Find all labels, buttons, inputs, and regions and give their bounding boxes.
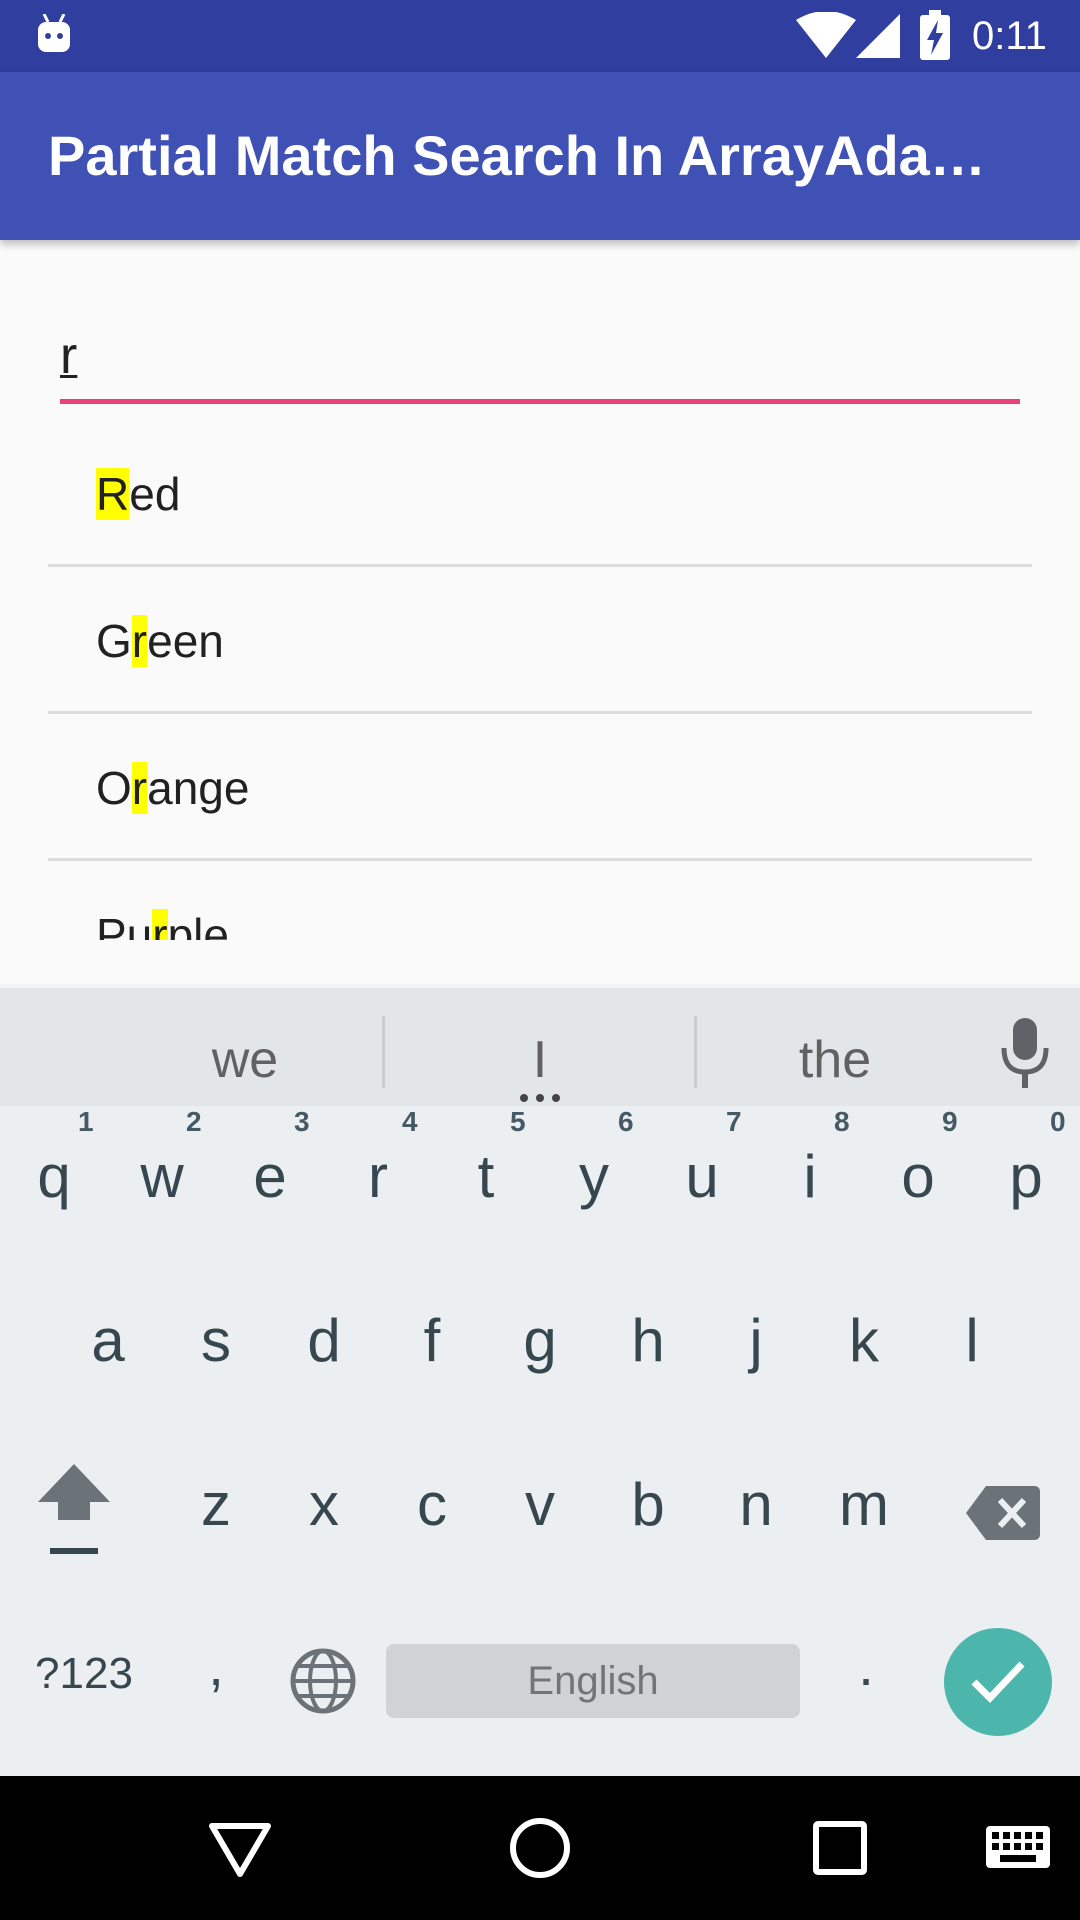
- key-f[interactable]: f: [378, 1270, 486, 1434]
- key-a[interactable]: a: [54, 1270, 162, 1434]
- list-item[interactable]: Orange: [0, 714, 1080, 861]
- list-item[interactable]: Green: [0, 567, 1080, 714]
- key-o[interactable]: 9o: [864, 1106, 972, 1270]
- search-input[interactable]: r: [60, 318, 1020, 404]
- key-y[interactable]: 6y: [540, 1106, 648, 1270]
- suggestion-divider: [382, 1016, 385, 1088]
- done-button[interactable]: [944, 1628, 1052, 1736]
- key-m[interactable]: m: [810, 1434, 918, 1598]
- android-debug-icon: [38, 14, 70, 52]
- back-icon[interactable]: [204, 1812, 276, 1884]
- key-l[interactable]: l: [918, 1270, 1026, 1434]
- home-icon[interactable]: [504, 1812, 576, 1884]
- suggestion-i[interactable]: I: [400, 1030, 680, 1090]
- key-c[interactable]: c: [378, 1434, 486, 1598]
- match-highlight: r: [131, 615, 148, 667]
- list-item-label: Purple: [96, 903, 229, 940]
- app-bar: Partial Match Search In ArrayAda…: [0, 72, 1080, 240]
- key-k[interactable]: k: [810, 1270, 918, 1434]
- key-b[interactable]: b: [594, 1434, 702, 1598]
- period-key[interactable]: .: [836, 1636, 896, 1696]
- symbols-key[interactable]: ?123: [24, 1644, 144, 1704]
- wifi-icon: [796, 12, 856, 58]
- globe-icon[interactable]: [290, 1648, 356, 1714]
- list-item[interactable]: Purple: [0, 861, 1080, 940]
- key-i[interactable]: 8i: [756, 1106, 864, 1270]
- suggestion-divider: [694, 1016, 697, 1088]
- list-item-label: Orange: [96, 762, 250, 814]
- key-q[interactable]: 1q: [0, 1106, 108, 1270]
- list-item-label: Green: [96, 615, 224, 667]
- navigation-bar: [0, 1776, 1080, 1920]
- key-x[interactable]: x: [270, 1434, 378, 1598]
- key-w[interactable]: 2w: [108, 1106, 216, 1270]
- search-input-value: r: [60, 327, 78, 385]
- backspace-key[interactable]: [954, 1434, 1074, 1598]
- battery-charging-icon: [920, 10, 950, 60]
- recents-icon[interactable]: [804, 1812, 876, 1884]
- key-n[interactable]: n: [702, 1434, 810, 1598]
- key-z[interactable]: z: [162, 1434, 270, 1598]
- check-icon: [971, 1661, 1025, 1704]
- keyboard-switch-icon[interactable]: [986, 1826, 1050, 1872]
- key-v[interactable]: v: [486, 1434, 594, 1598]
- signal-icon: [856, 14, 900, 58]
- list-item[interactable]: Red: [0, 420, 1080, 567]
- key-r[interactable]: 4r: [324, 1106, 432, 1270]
- microphone-icon[interactable]: [1000, 1018, 1050, 1090]
- key-e[interactable]: 3e: [216, 1106, 324, 1270]
- key-d[interactable]: d: [270, 1270, 378, 1434]
- status-bar: 0:11: [0, 0, 1080, 72]
- status-clock: 0:11: [972, 14, 1047, 58]
- soft-keyboard: we I the 1q 2w 3e 4r 5t 6y 7u 8i 9o 0p a…: [0, 984, 1080, 1776]
- suggestion-we[interactable]: we: [120, 1030, 370, 1090]
- key-t[interactable]: 5t: [432, 1106, 540, 1270]
- shift-key[interactable]: [0, 1434, 110, 1598]
- key-g[interactable]: g: [486, 1270, 594, 1434]
- key-u[interactable]: 7u: [648, 1106, 756, 1270]
- spacebar[interactable]: English: [386, 1644, 800, 1718]
- suggestion-the[interactable]: the: [710, 1030, 960, 1090]
- more-suggestions-icon[interactable]: [518, 1094, 562, 1102]
- match-highlight: r: [131, 762, 148, 814]
- comma-key[interactable]: ,: [186, 1636, 246, 1696]
- key-s[interactable]: s: [162, 1270, 270, 1434]
- app-title: Partial Match Search In ArrayAda…: [48, 124, 986, 187]
- key-p[interactable]: 0p: [972, 1106, 1080, 1270]
- match-highlight: r: [152, 909, 168, 940]
- key-j[interactable]: j: [702, 1270, 810, 1434]
- shift-icon: [38, 1464, 110, 1554]
- result-list: Red Green Orange Purple: [0, 420, 1080, 940]
- match-highlight: R: [96, 468, 130, 520]
- list-item-label: Red: [96, 468, 181, 520]
- suggestion-strip: we I the: [0, 984, 1080, 1106]
- backspace-icon: [966, 1486, 1040, 1540]
- key-h[interactable]: h: [594, 1270, 702, 1434]
